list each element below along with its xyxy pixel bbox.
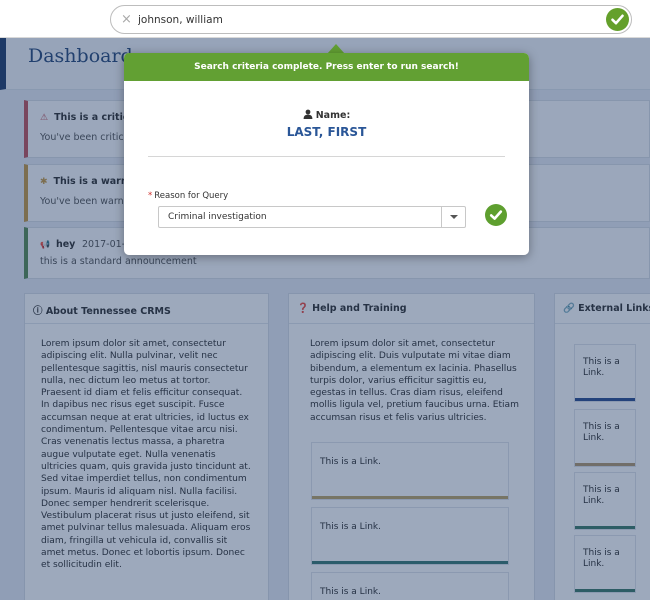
search-box: × — [110, 5, 632, 34]
name-value: LAST, FIRST — [286, 125, 367, 139]
reason-select-value[interactable]: Criminal investigation — [168, 212, 267, 222]
search-input[interactable] — [138, 11, 598, 29]
divider — [148, 156, 505, 157]
check-circle-icon[interactable] — [606, 8, 629, 31]
required-marker: * — [148, 191, 153, 201]
check-circle-icon[interactable] — [485, 204, 507, 226]
popover-banner: Search criteria complete. Press enter to… — [124, 53, 529, 81]
dropdown-toggle[interactable] — [441, 207, 465, 227]
name-label-row: Name: — [124, 109, 529, 122]
search-criteria-popover: Search criteria complete. Press enter to… — [124, 53, 529, 255]
reason-label: Reason for Query — [154, 191, 229, 201]
reason-label-row: * Reason for Query — [148, 191, 228, 201]
clear-icon[interactable]: × — [121, 12, 132, 28]
name-label: Name: — [315, 110, 351, 121]
top-search-bar: × — [0, 0, 650, 38]
user-icon — [303, 109, 313, 122]
caret-down-icon — [450, 215, 458, 219]
reason-select[interactable]: Criminal investigation — [158, 206, 466, 228]
